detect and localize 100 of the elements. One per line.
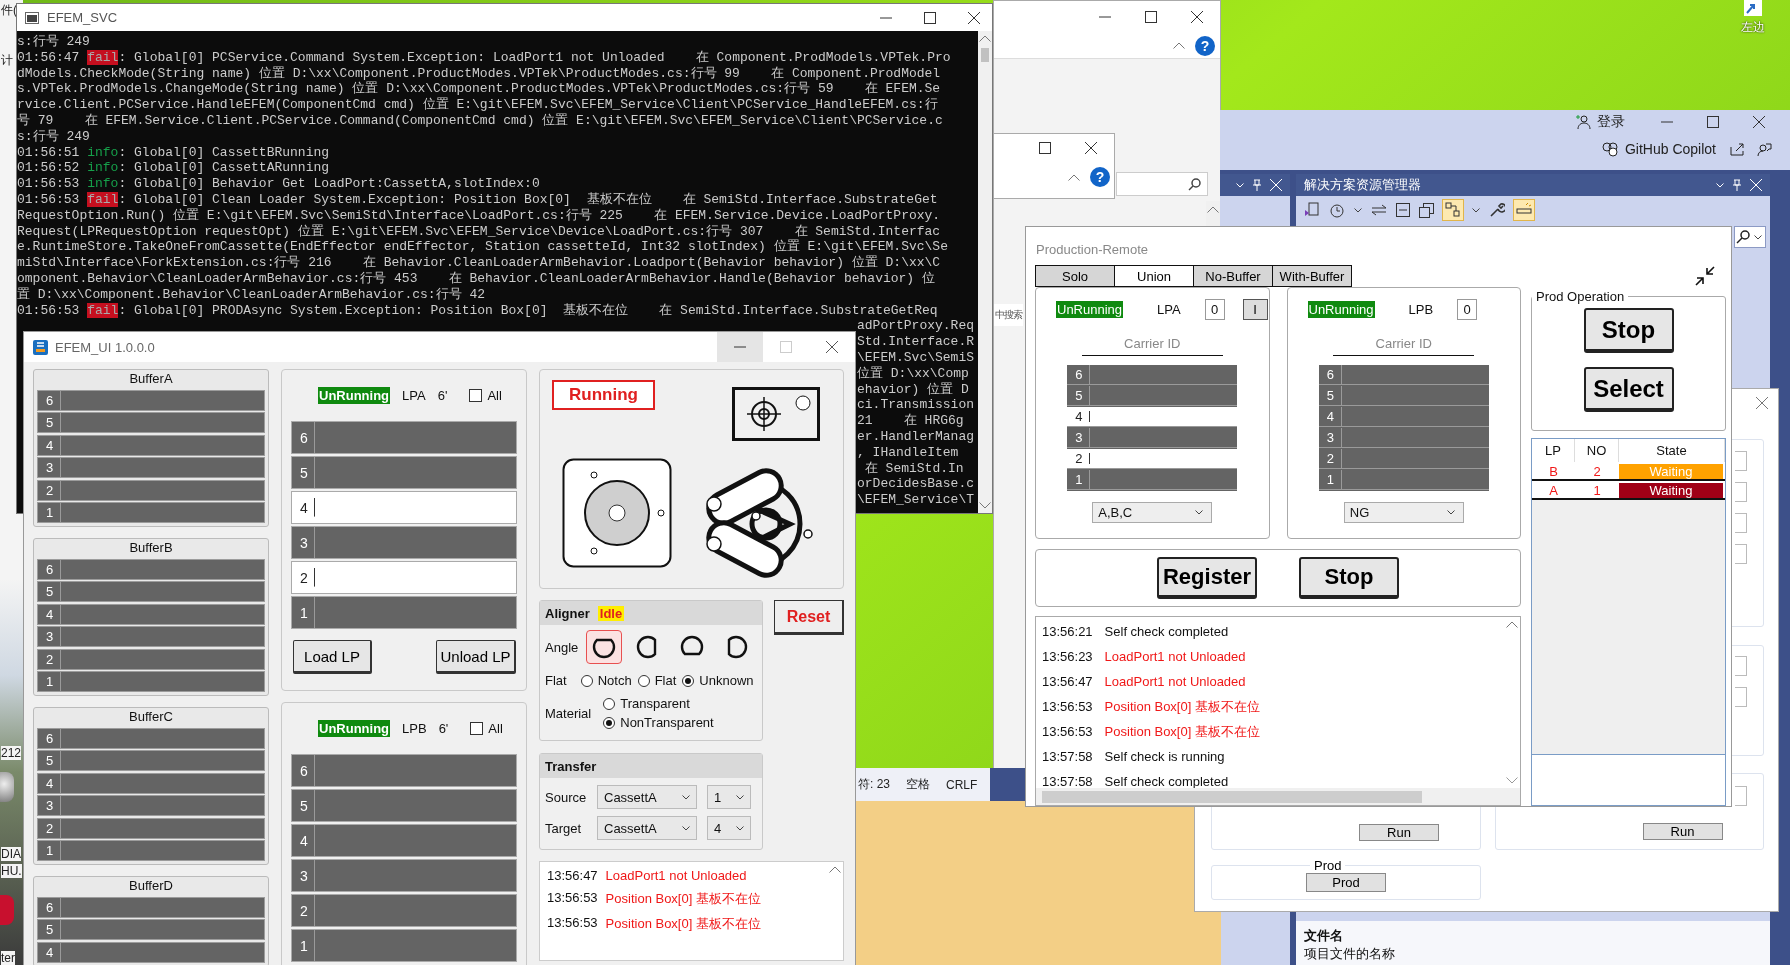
slot-bar: 1 — [37, 671, 265, 692]
share-icon[interactable] — [1730, 142, 1745, 156]
field-label: Flat — [545, 673, 567, 688]
caret-icon — [736, 794, 744, 800]
pin-icon[interactable] — [1733, 179, 1741, 191]
diagram-icon[interactable] — [1443, 200, 1463, 220]
close-icon[interactable] — [968, 11, 980, 24]
dropdown[interactable]: 4 — [707, 816, 751, 840]
console-line: RequestOption.Run() 位置 E:\git\EFEM.Svc\SemiStd\Interface\LoadPort.cs:行号 225 在 EFEM.Service.Device.LoadPortProxy. — [17, 207, 942, 224]
close-icon[interactable] — [1753, 116, 1765, 128]
angle-button[interactable] — [586, 630, 623, 664]
dropdown[interactable]: 1 — [707, 785, 751, 809]
close-icon[interactable] — [1085, 142, 1097, 154]
chevron-icon[interactable] — [979, 502, 991, 509]
slot-bar: 6 — [1318, 365, 1489, 385]
checkbox-label[interactable]: All — [487, 388, 502, 403]
chevron-icon[interactable] — [1173, 42, 1185, 49]
status-text: 空格 — [906, 776, 930, 793]
tab[interactable]: With-Buffer — [1272, 265, 1352, 287]
column-header: State — [1619, 439, 1725, 462]
search-field[interactable]: 中搜索 — [994, 304, 1023, 326]
help-button[interactable]: ? — [1090, 167, 1110, 187]
input-field[interactable] — [1735, 687, 1747, 707]
radio-label[interactable]: Unknown — [699, 673, 754, 688]
scroll-bar[interactable] — [978, 31, 992, 513]
input-field[interactable] — [1735, 451, 1747, 471]
scroll-thumb[interactable] — [981, 48, 989, 62]
log-time: 13:57:58 — [1042, 774, 1093, 789]
chevron-icon[interactable] — [1207, 206, 1219, 213]
swap-icon[interactable] — [1371, 204, 1387, 216]
input-field[interactable] — [1735, 513, 1747, 533]
slot-bar: 6 — [291, 421, 517, 454]
run-button[interactable]: Run — [1359, 824, 1439, 841]
maximize-icon[interactable] — [1039, 142, 1051, 154]
status-label: UnRunning — [1307, 300, 1375, 318]
preview-icon[interactable] — [1514, 200, 1534, 220]
run-button[interactable]: Run — [1642, 823, 1723, 840]
small-button[interactable]: I — [1242, 298, 1268, 320]
chevron-icon[interactable] — [1505, 777, 1518, 784]
lp-button[interactable]: Load LP — [293, 640, 372, 674]
input-field[interactable] — [1735, 656, 1747, 676]
maximize-icon[interactable] — [924, 11, 936, 24]
help-button[interactable]: ? — [1195, 35, 1215, 56]
dropdown[interactable]: A,B,C — [1092, 502, 1213, 523]
maximize-icon[interactable] — [1145, 11, 1157, 23]
radio-label[interactable]: Flat — [654, 673, 677, 688]
dropdown[interactable]: CassettA — [597, 785, 697, 809]
shortcut-icon[interactable] — [0, 772, 14, 802]
slot-bar: 5 — [37, 919, 265, 940]
collapse-icon[interactable] — [1396, 203, 1410, 217]
radio-button[interactable] — [580, 674, 593, 687]
operation-button[interactable]: Select — [1583, 367, 1674, 412]
tab[interactable]: No-Buffer — [1193, 265, 1273, 287]
slot-bar: 2 — [37, 648, 265, 670]
radio-label[interactable]: Transparent — [620, 696, 690, 711]
input-field[interactable] — [1735, 544, 1747, 564]
radio-label[interactable]: Notch — [597, 673, 632, 688]
action-button[interactable]: Register — [1157, 557, 1257, 599]
copy-icon[interactable] — [1419, 202, 1434, 218]
dropdown[interactable]: CassettA — [597, 816, 697, 840]
collapse-icon[interactable] — [1694, 265, 1716, 287]
radio-button[interactable] — [637, 674, 650, 687]
chevron-icon[interactable] — [828, 866, 841, 873]
status-cell: Waiting — [1619, 464, 1723, 479]
chevron-icon[interactable] — [1068, 173, 1080, 181]
close-icon[interactable] — [1191, 11, 1203, 23]
checkbox[interactable] — [469, 389, 483, 402]
slot-bar: 6 — [1067, 365, 1238, 385]
action-button[interactable]: Stop — [1299, 557, 1399, 599]
input-field[interactable] — [1735, 786, 1747, 806]
chevron-icon[interactable] — [979, 35, 991, 42]
radio-button[interactable] — [603, 716, 616, 729]
search-field[interactable] — [1116, 172, 1208, 196]
chevron-icon[interactable] — [1505, 621, 1518, 628]
operation-button[interactable]: Stop — [1583, 308, 1674, 353]
shortcut-icon[interactable] — [1744, 0, 1762, 16]
reset-button[interactable]: Reset — [774, 600, 844, 635]
search-field[interactable] — [1734, 226, 1766, 248]
tab[interactable]: Solo — [1035, 265, 1115, 287]
radio-button[interactable] — [603, 697, 616, 710]
lp-button[interactable]: Unload LP — [436, 640, 516, 674]
sign-in-button[interactable]: 登录 — [1575, 113, 1625, 131]
prod-button[interactable]: Prod — [1306, 873, 1386, 892]
input-field[interactable] — [1735, 482, 1747, 502]
checkbox[interactable] — [470, 722, 484, 735]
wrench-icon[interactable] — [1489, 202, 1505, 218]
radio-button[interactable] — [682, 674, 695, 687]
close-icon[interactable] — [826, 341, 838, 353]
log-message: LoadPort1 not Unloaded — [1104, 649, 1246, 664]
clock-icon[interactable] — [1329, 202, 1345, 218]
scroll-bar[interactable] — [1036, 788, 1520, 805]
pin-icon[interactable] — [1253, 179, 1261, 191]
checkbox-label[interactable]: All — [488, 721, 503, 736]
maximize-icon[interactable] — [1707, 116, 1719, 128]
radio-label[interactable]: NonTransparent — [620, 715, 714, 730]
document-icon[interactable] — [1304, 202, 1320, 218]
dropdown[interactable]: NG — [1343, 502, 1464, 523]
feedback-icon[interactable] — [1757, 141, 1772, 157]
tab[interactable]: Union — [1114, 265, 1194, 287]
copilot-button[interactable]: GitHub Copilot — [1600, 141, 1716, 157]
